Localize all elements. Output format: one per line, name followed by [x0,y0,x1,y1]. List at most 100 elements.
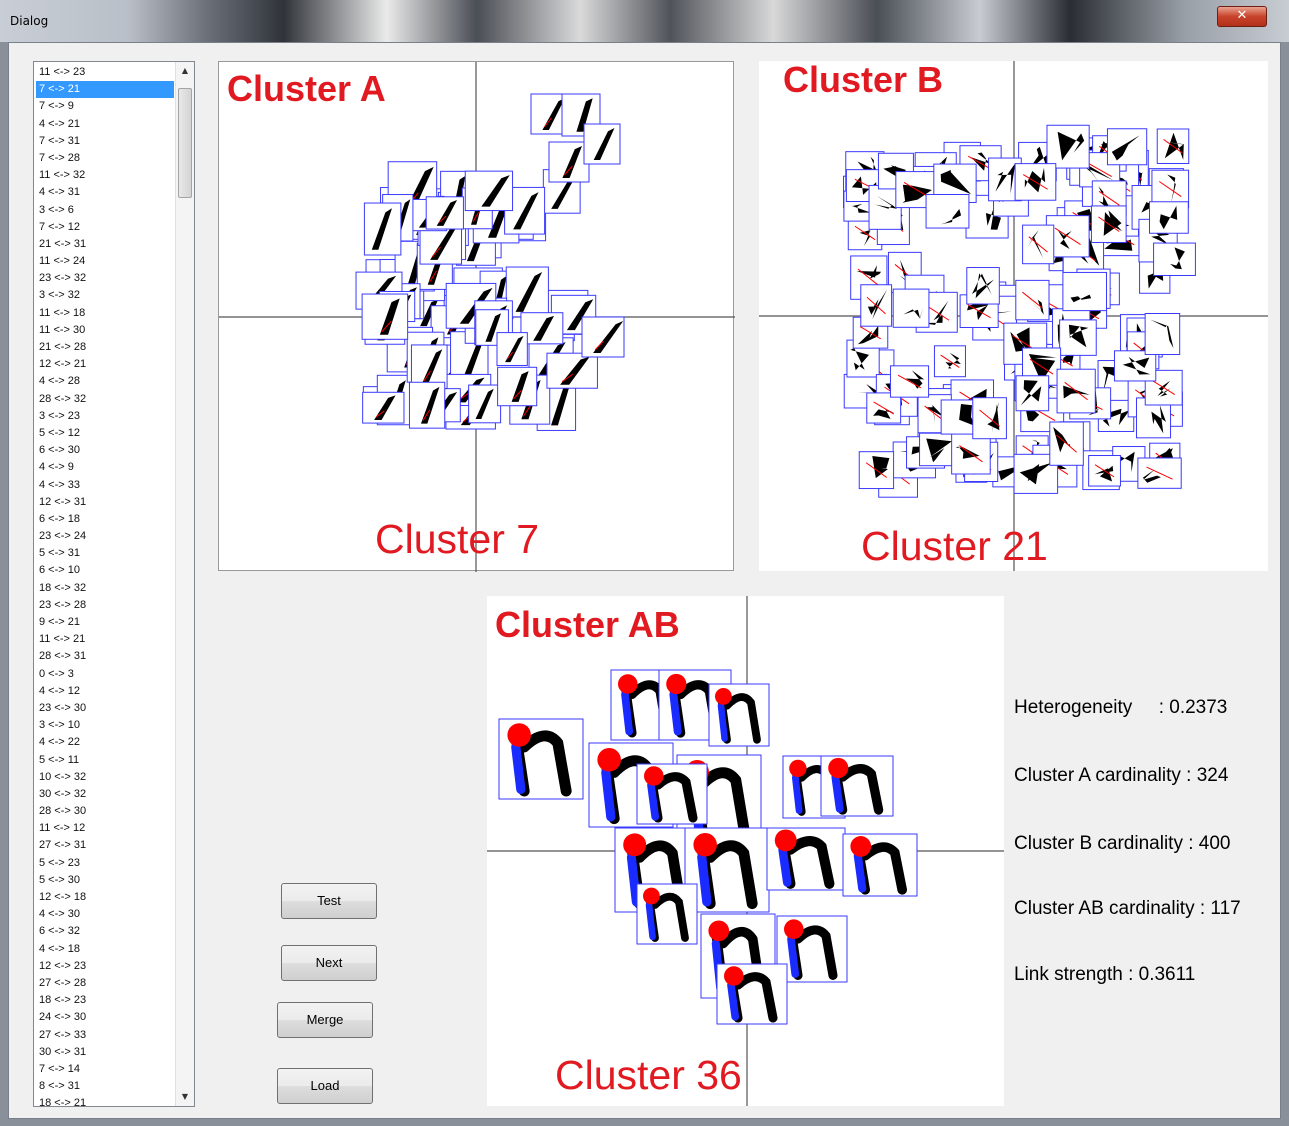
glyph-thumbnail [1022,224,1055,265]
list-item[interactable]: 4 <-> 18 [36,941,174,958]
list-item[interactable]: 4 <-> 12 [36,683,174,700]
cluster-b-title: Cluster B [783,59,944,100]
close-button[interactable]: ✕ [1217,6,1267,27]
list-item[interactable]: 6 <-> 10 [36,562,174,579]
glyph-thumbnail [496,332,528,366]
list-item[interactable]: 11 <-> 24 [36,253,174,270]
scroll-down-arrow-icon[interactable]: ▼ [176,1088,194,1106]
list-item[interactable]: 4 <-> 31 [36,184,174,201]
glyph-thumbnail [708,683,770,747]
list-item[interactable]: 12 <-> 23 [36,958,174,975]
glyph-thumbnail [636,883,698,945]
list-item[interactable]: 5 <-> 12 [36,425,174,442]
list-item[interactable]: 3 <-> 10 [36,717,174,734]
list-item[interactable]: 23 <-> 30 [36,700,174,717]
list-item[interactable]: 5 <-> 30 [36,872,174,889]
list-item[interactable]: 7 <-> 31 [36,133,174,150]
cluster-a-title: Cluster A [227,68,386,109]
glyph-thumbnail [966,267,1000,305]
list-item[interactable]: 21 <-> 28 [36,339,174,356]
glyph-thumbnail [1062,271,1108,312]
list-item[interactable]: 8 <-> 31 [36,1078,174,1095]
list-item[interactable]: 11 <-> 12 [36,820,174,837]
glyph-thumbnail [581,316,625,358]
vertical-scrollbar[interactable]: ▲ ▼ [175,62,194,1106]
glyph-thumbnail [933,345,966,378]
list-item[interactable]: 30 <-> 31 [36,1044,174,1061]
list-item[interactable]: 18 <-> 23 [36,992,174,1009]
list-item[interactable]: 4 <-> 30 [36,906,174,923]
cluster-pair-list[interactable]: 11 <-> 23 7 <-> 21 7 <-> 94 <-> 21 7 <-> 31… [33,61,195,1107]
list-item[interactable]: 27 <-> 31 [36,837,174,854]
list-item[interactable]: 9 <-> 21 [36,614,174,631]
merge-button[interactable]: Merge [277,1002,373,1038]
glyph-thumbnail [820,755,894,817]
list-item[interactable]: 7 <-> 28 [36,150,174,167]
list-item[interactable]: 23 <-> 32 [36,270,174,287]
list-item[interactable]: 28 <-> 31 [36,648,174,665]
list-item[interactable]: 18 <-> 21 [36,1095,174,1106]
glyph-thumbnail [425,196,464,230]
list-item[interactable]: 12 <-> 31 [36,494,174,511]
list-item[interactable]: 27 <-> 28 [36,975,174,992]
cluster-a-cardinality: Cluster A cardinality : 324 [1014,765,1229,786]
glyph-thumbnail [1106,128,1148,166]
glyph-thumbnail [766,827,846,891]
list-items: 11 <-> 23 7 <-> 21 7 <-> 94 <-> 21 7 <-> 31… [36,64,174,1106]
cluster-b-panel: Cluster B Cluster 21 [759,59,1268,571]
list-item[interactable]: 11 <-> 23 [36,64,174,81]
list-item[interactable]: 11 <-> 18 [36,305,174,322]
list-item[interactable]: 10 <-> 32 [36,769,174,786]
glyph-thumbnail [842,833,918,897]
list-item[interactable]: 11 <-> 30 [36,322,174,339]
list-item[interactable]: 7 <-> 14 [36,1061,174,1078]
dialog-client-area: 11 <-> 23 7 <-> 21 7 <-> 94 <-> 21 7 <-> 31… [8,42,1281,1119]
list-item[interactable]: 28 <-> 32 [36,391,174,408]
list-item[interactable]: 7 <-> 9 [36,98,174,115]
list-item[interactable]: 4 <-> 28 [36,373,174,390]
list-item[interactable]: 4 <-> 21 [36,116,174,133]
list-item[interactable]: 3 <-> 6 [36,202,174,219]
list-item[interactable]: 3 <-> 32 [36,287,174,304]
list-item[interactable]: 6 <-> 32 [36,923,174,940]
scroll-up-arrow-icon[interactable]: ▲ [176,62,194,80]
list-item[interactable]: 5 <-> 31 [36,545,174,562]
list-item[interactable]: 6 <-> 18 [36,511,174,528]
list-item[interactable]: 23 <-> 24 [36,528,174,545]
list-item[interactable]: 3 <-> 23 [36,408,174,425]
list-item[interactable]: 6 <-> 30 [36,442,174,459]
list-item[interactable]: 24 <-> 30 [36,1009,174,1026]
list-item[interactable]: 7 <-> 12 [36,219,174,236]
list-item[interactable]: 18 <-> 32 [36,580,174,597]
glyph-thumbnail [546,352,598,389]
title-bar[interactable]: Dialog ✕ [0,0,1289,42]
glyph-thumbnail [951,432,991,475]
list-item[interactable]: 0 <-> 3 [36,666,174,683]
list-item[interactable]: 5 <-> 23 [36,855,174,872]
list-item[interactable]: 11 <-> 32 [36,167,174,184]
glyph-thumbnail [684,827,770,913]
list-item[interactable]: 12 <-> 21 [36,356,174,373]
list-item[interactable]: 4 <-> 22 [36,734,174,751]
list-item[interactable]: 4 <-> 9 [36,459,174,476]
list-item[interactable]: 7 <-> 21 [36,81,174,99]
list-item[interactable]: 4 <-> 33 [36,477,174,494]
list-item[interactable]: 28 <-> 30 [36,803,174,820]
glyph-thumbnail [1148,201,1189,234]
cluster-ab-panel: Cluster AB Cluster 36 [487,596,1004,1106]
list-item[interactable]: 21 <-> 31 [36,236,174,253]
load-button[interactable]: Load [277,1068,373,1104]
list-item[interactable]: 11 <-> 21 [36,631,174,648]
glyph-thumbnail [1090,205,1127,243]
glyph-thumbnail [858,451,895,490]
scroll-thumb[interactable] [178,88,192,198]
list-item[interactable]: 5 <-> 11 [36,752,174,769]
list-item[interactable]: 12 <-> 18 [36,889,174,906]
list-item[interactable]: 27 <-> 33 [36,1027,174,1044]
next-button[interactable]: Next [281,945,377,981]
test-button[interactable]: Test [281,883,377,919]
glyph-thumbnail [636,763,708,825]
list-item[interactable]: 30 <-> 32 [36,786,174,803]
cluster-ab-title: Cluster AB [495,604,680,645]
list-item[interactable]: 23 <-> 28 [36,597,174,614]
